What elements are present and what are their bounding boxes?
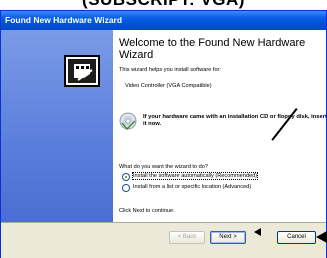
top-caption: (SUBSCRIPT: VGA) bbox=[0, 0, 327, 10]
option-install-automatically[interactable]: Install the software automatically (Reco… bbox=[122, 172, 322, 182]
wizard-window: Found New Hardware Wizard Welcome to the… bbox=[0, 10, 327, 258]
hardware-wizard-icon bbox=[64, 55, 100, 87]
option-label[interactable]: Install from a list or specific location… bbox=[133, 184, 251, 190]
next-pointer-arrow-icon bbox=[254, 228, 261, 236]
question-text: What do you want the wizard to do? bbox=[119, 164, 208, 170]
welcome-heading: Welcome to the Found New Hardware Wizard bbox=[119, 37, 306, 61]
device-name: Video Controller (VGA Compatible) bbox=[125, 83, 212, 89]
intro-text: This wizard helps you install software f… bbox=[119, 67, 221, 73]
option-install-from-list[interactable]: Install from a list or specific location… bbox=[122, 183, 322, 193]
wizard-side-panel bbox=[1, 30, 113, 222]
option-label[interactable]: Install the software automatically (Reco… bbox=[131, 172, 259, 180]
button-bar: < Back Next > Cancel bbox=[1, 222, 326, 258]
next-button[interactable]: Next > bbox=[210, 231, 246, 244]
cd-prompt-text: If your hardware came with an installati… bbox=[143, 114, 327, 127]
cd-prompt-row: If your hardware came with an installati… bbox=[119, 112, 327, 132]
radio-button[interactable] bbox=[122, 184, 130, 192]
radio-button-selected[interactable] bbox=[122, 173, 130, 181]
back-button[interactable]: < Back bbox=[169, 231, 205, 244]
click-next-text: Click Next to continue. bbox=[119, 208, 175, 214]
cancel-pointer-arrow-icon bbox=[316, 231, 327, 243]
window-title: Found New Hardware Wizard bbox=[1, 11, 326, 30]
wizard-content: Welcome to the Found New Hardware Wizard… bbox=[113, 30, 327, 222]
cd-disk-icon bbox=[119, 112, 137, 130]
cancel-button[interactable]: Cancel bbox=[277, 231, 316, 244]
